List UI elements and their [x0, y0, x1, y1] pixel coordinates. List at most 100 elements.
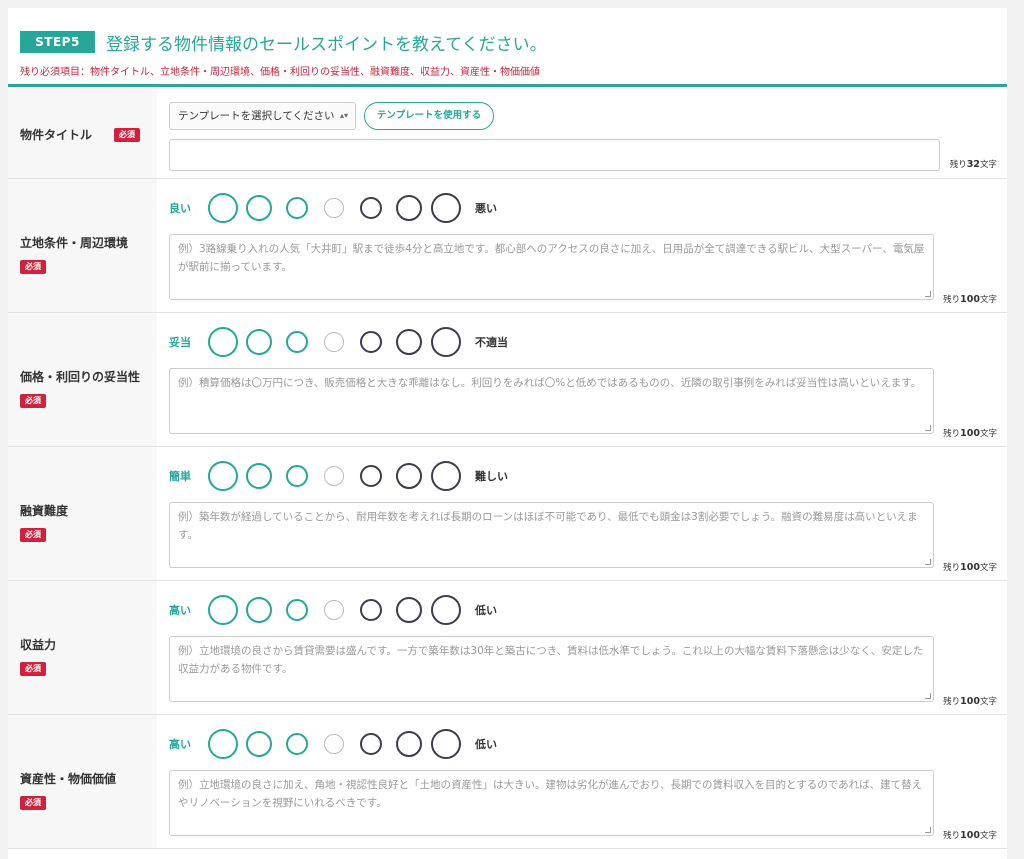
resize-grip-icon[interactable] — [925, 425, 931, 431]
row-body: 高い 低い 例）立地環境の良さに加え、角地・視認性良好と「土地の資産性」は大きい… — [157, 715, 1007, 848]
rating-right-label: 低い — [475, 604, 497, 617]
resize-grip-icon[interactable] — [925, 559, 931, 565]
remaining-chars: 残り100文字 — [943, 427, 997, 439]
template-select-value: テンプレートを選択してください — [178, 110, 335, 122]
rating-option-3[interactable] — [286, 599, 308, 621]
resize-grip-icon[interactable] — [925, 291, 931, 297]
remaining-prefix: 残り — [943, 831, 961, 841]
rating-option-7[interactable] — [431, 595, 461, 625]
field-label: 融資難度 — [20, 504, 69, 518]
field-label: 価格・利回りの妥当性 — [20, 370, 141, 384]
field-label: 立地条件・周辺環境 — [20, 236, 129, 250]
rating-right-label: 低い — [475, 738, 497, 751]
description-textarea[interactable]: 例）積算価格は〇万円につき、販売価格と大きな乖離はなし。利回りをみれば〇%と低め… — [169, 368, 934, 434]
rating-option-1[interactable] — [208, 193, 238, 223]
template-select[interactable]: テンプレートを選択してください ▴▾ — [169, 102, 356, 130]
rating-option-1[interactable] — [208, 729, 238, 759]
remaining-chars: 残り100文字 — [943, 695, 997, 707]
rating-option-7[interactable] — [431, 461, 461, 491]
required-badge: 必須 — [20, 796, 46, 810]
rating-option-1[interactable] — [208, 461, 238, 491]
remaining-count: 100 — [960, 428, 980, 439]
rating-option-4[interactable] — [324, 734, 344, 754]
rating-option-7[interactable] — [431, 327, 461, 357]
row-loan-difficulty: 融資難度 必須 簡単 難しい 例）築年数が経過していることから、耐用年数を考えれ… — [8, 447, 1007, 581]
rating-option-2[interactable] — [246, 195, 272, 221]
required-badge: 必須 — [20, 260, 46, 274]
row-label-cell: 立地条件・周辺環境 必須 — [8, 179, 157, 312]
rating-option-4[interactable] — [324, 466, 344, 486]
rating-option-3[interactable] — [286, 331, 308, 353]
rating-left-label: 高い — [169, 738, 191, 751]
remaining-suffix: 文字 — [979, 295, 997, 305]
textarea-placeholder: 例）立地環境の良さから賃貸需要は盛んです。一方で築年数は30年と築古につき、賃料… — [178, 645, 924, 675]
description-textarea[interactable]: 例）3路線乗り入れの人気「大井町」駅まで徒歩4分と高立地です。都心部へのアクセス… — [169, 234, 934, 300]
row-body: 高い 低い 例）立地環境の良さから賃貸需要は盛んです。一方で築年数は30年と築古… — [157, 581, 1007, 714]
textarea-placeholder: 例）3路線乗り入れの人気「大井町」駅まで徒歩4分と高立地です。都心部へのアクセス… — [178, 243, 925, 273]
rating-option-1[interactable] — [208, 595, 238, 625]
rating-option-3[interactable] — [286, 197, 308, 219]
remaining-count: 100 — [960, 830, 980, 841]
row-label-cell: 価格・利回りの妥当性 必須 — [8, 313, 157, 446]
rating-option-2[interactable] — [246, 597, 272, 623]
step-header: STEP5 登録する物件情報のセールスポイントを教えてください。 残り必須項目：… — [8, 8, 1007, 87]
rating-option-4[interactable] — [324, 198, 344, 218]
rating-right-label: 不適当 — [475, 336, 508, 349]
row-earning-power: 収益力 必須 高い 低い 例）立地環境の良さから賃貸需要は盛んです。一方で築年数… — [8, 581, 1007, 715]
rating-option-7[interactable] — [431, 729, 461, 759]
rating-option-5[interactable] — [360, 331, 382, 353]
row-label-cell: 資産性・物価価値 必須 — [8, 715, 157, 848]
use-template-button[interactable]: テンプレートを使用する — [364, 102, 494, 130]
rating-option-2[interactable] — [246, 731, 272, 757]
description-textarea[interactable]: 例）立地環境の良さに加え、角地・視認性良好と「土地の資産性」は大きい。建物は劣化… — [169, 770, 934, 836]
rating-option-6[interactable] — [396, 329, 422, 355]
row-label-cell: 収益力 必須 — [8, 581, 157, 714]
rating-right-label: 難しい — [475, 470, 508, 483]
resize-grip-icon[interactable] — [925, 693, 931, 699]
rating-option-6[interactable] — [396, 463, 422, 489]
rating-option-3[interactable] — [286, 733, 308, 755]
rating-option-1[interactable] — [208, 327, 238, 357]
rating-option-2[interactable] — [246, 463, 272, 489]
rating-option-3[interactable] — [286, 465, 308, 487]
rating-option-6[interactable] — [396, 731, 422, 757]
rating-option-5[interactable] — [360, 465, 382, 487]
remaining-chars: 残り100文字 — [943, 561, 997, 573]
remaining-chars: 残り100文字 — [943, 829, 997, 841]
rating-left-label: 妥当 — [169, 336, 191, 349]
remaining-prefix: 残り — [943, 563, 961, 573]
field-label: 物件タイトル — [20, 128, 93, 142]
resize-grip-icon[interactable] — [925, 827, 931, 833]
rating-left-label: 高い — [169, 604, 191, 617]
field-label: 収益力 — [20, 638, 57, 652]
row-label-cell: 融資難度 必須 — [8, 447, 157, 580]
property-title-input[interactable] — [169, 139, 940, 171]
rating-option-6[interactable] — [396, 195, 422, 221]
description-textarea[interactable]: 例）立地環境の良さから賃貸需要は盛んです。一方で築年数は30年と築古につき、賃料… — [169, 636, 934, 702]
rating-option-5[interactable] — [360, 599, 382, 621]
select-arrows-icon: ▴▾ — [339, 111, 348, 120]
remaining-count: 32 — [966, 159, 980, 170]
remaining-required-note: 残り必須項目：物件タイトル、立地条件・周辺環境、価格・利回りの妥当性、融資難度、… — [20, 67, 540, 78]
description-textarea[interactable]: 例）築年数が経過していることから、耐用年数を考えれば長期のローンはほぼ不可能であ… — [169, 502, 934, 568]
rating-option-2[interactable] — [246, 329, 272, 355]
rating-option-4[interactable] — [324, 600, 344, 620]
row-price-yield: 価格・利回りの妥当性 必須 妥当 不適当 例）積算価格は〇万円につき、販売価格と… — [8, 313, 1007, 447]
rating-option-6[interactable] — [396, 597, 422, 623]
rating-option-4[interactable] — [324, 332, 344, 352]
row-location: 立地条件・周辺環境 必須 良い 悪い 例）3路線乗り入れの人気「大井町」駅まで徒… — [8, 179, 1007, 313]
field-label: 資産性・物価価値 — [20, 772, 117, 786]
required-badge: 必須 — [20, 394, 46, 408]
rating-option-7[interactable] — [431, 193, 461, 223]
remaining-prefix: 残り — [949, 160, 967, 170]
rating-left-label: 簡単 — [169, 470, 191, 483]
remaining-count: 100 — [960, 696, 980, 707]
textarea-placeholder: 例）築年数が経過していることから、耐用年数を考えれば長期のローンはほぼ不可能であ… — [178, 511, 918, 541]
rating-right-label: 悪い — [475, 202, 497, 215]
rating-option-5[interactable] — [360, 197, 382, 219]
remaining-chars: 残り100文字 — [943, 293, 997, 305]
textarea-placeholder: 例）積算価格は〇万円につき、販売価格と大きな乖離はなし。利回りをみれば〇%と低め… — [178, 377, 922, 389]
remaining-suffix: 文字 — [979, 160, 997, 170]
rating-option-5[interactable] — [360, 733, 382, 755]
row-body: 妥当 不適当 例）積算価格は〇万円につき、販売価格と大きな乖離はなし。利回りをみ… — [157, 313, 1007, 446]
